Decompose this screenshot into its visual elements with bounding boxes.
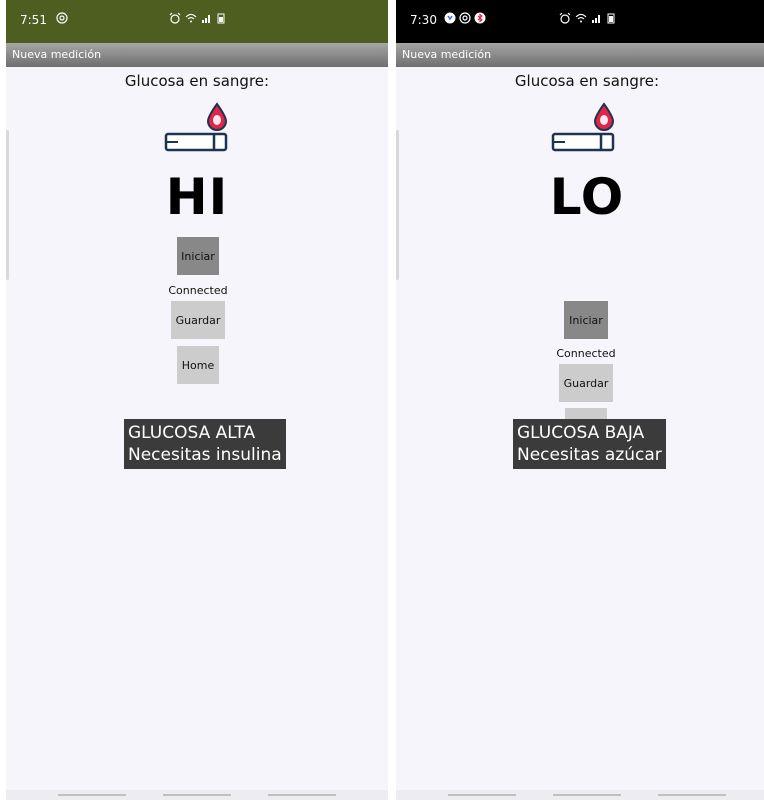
toast-line-2: Necesitas insulina (128, 445, 282, 465)
nav-home-button[interactable] (163, 794, 231, 796)
connection-status: Connected (556, 347, 616, 360)
wifi-icon (185, 13, 197, 23)
page-title: Glucosa en sangre: (124, 72, 270, 90)
system-icons (6, 12, 388, 24)
start-button[interactable]: Iniciar (177, 237, 219, 275)
toast-line-2: Necesitas azúcar (517, 445, 662, 465)
save-button[interactable]: Guardar (171, 301, 225, 339)
screen-low-glucose: 7:30 Nueva medición Glucosa en sangre: L… (396, 0, 764, 800)
alarm-icon (169, 12, 181, 24)
status-bar: 7:51 (6, 0, 388, 43)
nav-recent-button[interactable] (448, 794, 516, 796)
alert-toast: GLUCOSA ALTA Necesitas insulina (124, 419, 286, 469)
glucose-strip-icon (551, 102, 621, 158)
save-button[interactable]: Guardar (559, 364, 613, 402)
alert-toast: GLUCOSA BAJA Necesitas azúcar (513, 419, 666, 469)
nav-back-button[interactable] (658, 794, 726, 796)
screen-high-glucose: 7:51 Nueva medición Glucosa en sangre: H… (6, 0, 388, 800)
toast-line-1: GLUCOSA BAJA (517, 423, 645, 443)
app-bar: Nueva medición (6, 43, 388, 67)
connection-status: Connected (168, 284, 228, 297)
status-bar: 7:30 (396, 0, 764, 43)
system-icons (396, 12, 764, 24)
battery-icon (607, 13, 615, 24)
app-bar: Nueva medición (396, 43, 764, 67)
start-button[interactable]: Iniciar (564, 301, 608, 339)
navigation-bar (396, 790, 764, 800)
glucose-reading: LO (549, 168, 625, 226)
app-bar-title: Nueva medición (12, 48, 102, 61)
battery-icon (217, 13, 225, 24)
app-bar-title: Nueva medición (402, 48, 492, 61)
home-button[interactable]: Home (177, 346, 219, 384)
signal-icon (592, 15, 600, 23)
nav-back-button[interactable] (268, 794, 336, 796)
wifi-icon (575, 13, 587, 23)
page-title: Glucosa en sangre: (514, 72, 660, 90)
nav-home-button[interactable] (553, 794, 621, 796)
toast-line-1: GLUCOSA ALTA (128, 423, 256, 443)
nav-recent-button[interactable] (58, 794, 126, 796)
alarm-icon (559, 12, 571, 24)
signal-icon (202, 15, 210, 23)
navigation-bar (6, 790, 388, 800)
glucose-reading: HI (165, 168, 229, 226)
glucose-strip-icon (164, 102, 234, 158)
